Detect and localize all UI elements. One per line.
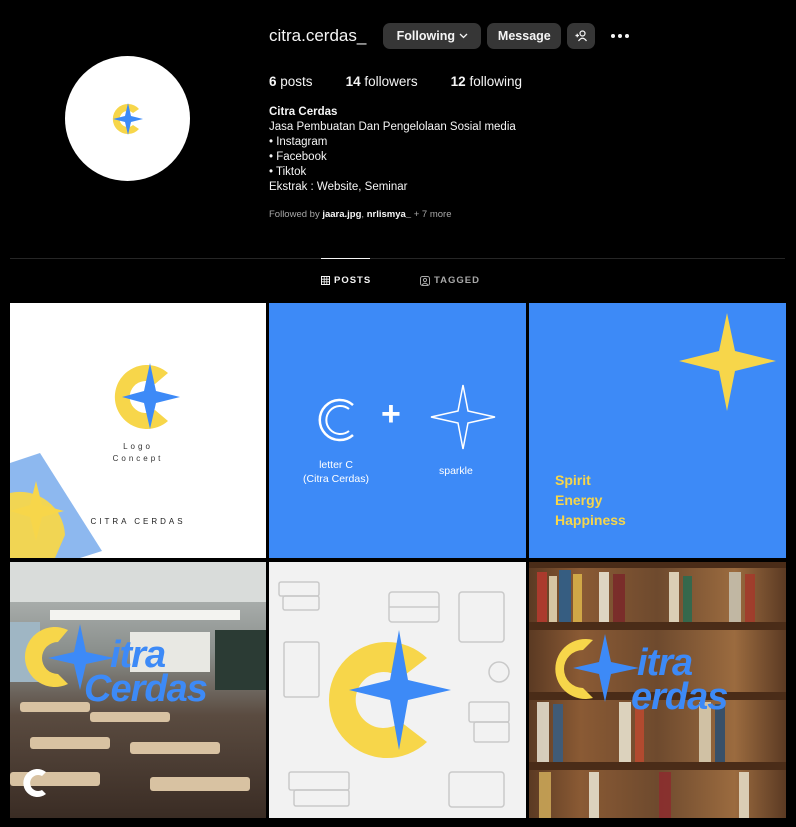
doodle-logo-graphic: [278, 581, 510, 808]
chevron-down-icon: [459, 33, 468, 39]
suggest-users-button[interactable]: [567, 23, 596, 49]
message-button[interactable]: Message: [487, 23, 562, 49]
wordmark-citra: itra: [110, 634, 166, 676]
post-library[interactable]: itra erdas: [529, 562, 786, 818]
wordmark-cerdas: Cerdas: [84, 668, 208, 710]
sparkle-label: sparkle: [439, 465, 473, 477]
followed-by[interactable]: Followed by jaara.jpg, nrlismya_ + 7 mor…: [269, 209, 451, 220]
logo-concept-text: Logo Concept: [112, 442, 164, 463]
post-values[interactable]: Spirit Energy Happiness: [529, 303, 786, 558]
citra-logo-icon: [112, 102, 143, 135]
grid-icon: [321, 276, 330, 285]
active-tab-indicator: [321, 258, 370, 259]
plus-sign: +: [381, 395, 401, 433]
post-logo-doodle[interactable]: [269, 562, 526, 818]
profile-stats: 6 posts 14 followers 12 following: [269, 74, 555, 89]
username: citra.cerdas_: [269, 26, 367, 45]
following-button-label: Following: [396, 29, 455, 43]
brand-name-text: CITRA CERDAS: [90, 517, 186, 526]
tab-posts[interactable]: POSTS: [321, 275, 371, 286]
display-name: Citra Cerdas: [269, 106, 338, 118]
bio-line: • Facebook: [269, 151, 327, 163]
post-logo-meaning[interactable]: + letter C (Citra Cerdas) sparkle: [269, 303, 526, 558]
posts-grid: Logo Concept CITRA CERDAS + letter C (Ci…: [10, 303, 786, 818]
tab-tagged[interactable]: TAGGED: [420, 275, 480, 286]
letter-c-label: letter C (Citra Cerdas): [303, 459, 369, 485]
add-user-icon: [575, 30, 587, 42]
posts-count: 6 posts: [269, 74, 313, 89]
followers-count[interactable]: 14 followers: [346, 74, 418, 89]
tagged-icon: [420, 275, 430, 286]
profile-avatar[interactable]: [65, 56, 190, 181]
following-count[interactable]: 12 following: [451, 74, 522, 89]
post-classroom[interactable]: itra Cerdas: [10, 562, 266, 818]
values-text: Spirit Energy Happiness: [555, 472, 626, 528]
bio-line: • Instagram: [269, 136, 328, 148]
wordmark-citra: itra: [637, 642, 693, 684]
tabs-divider: [10, 258, 785, 259]
profile-header: citra.cerdas_ Following Message: [269, 23, 630, 49]
bio-line: Jasa Pembuatan Dan Pengelolaan Sosial me…: [269, 121, 516, 133]
post-logo-concept[interactable]: Logo Concept CITRA CERDAS: [10, 303, 266, 558]
profile-bio: Citra Cerdas Jasa Pembuatan Dan Pengelol…: [269, 105, 516, 195]
bio-line: • Tiktok: [269, 166, 307, 178]
more-options-icon[interactable]: [611, 34, 630, 38]
following-button[interactable]: Following: [383, 23, 482, 49]
wordmark-erdas: erdas: [631, 676, 728, 718]
bio-line: Ekstrak : Website, Seminar: [269, 181, 408, 193]
